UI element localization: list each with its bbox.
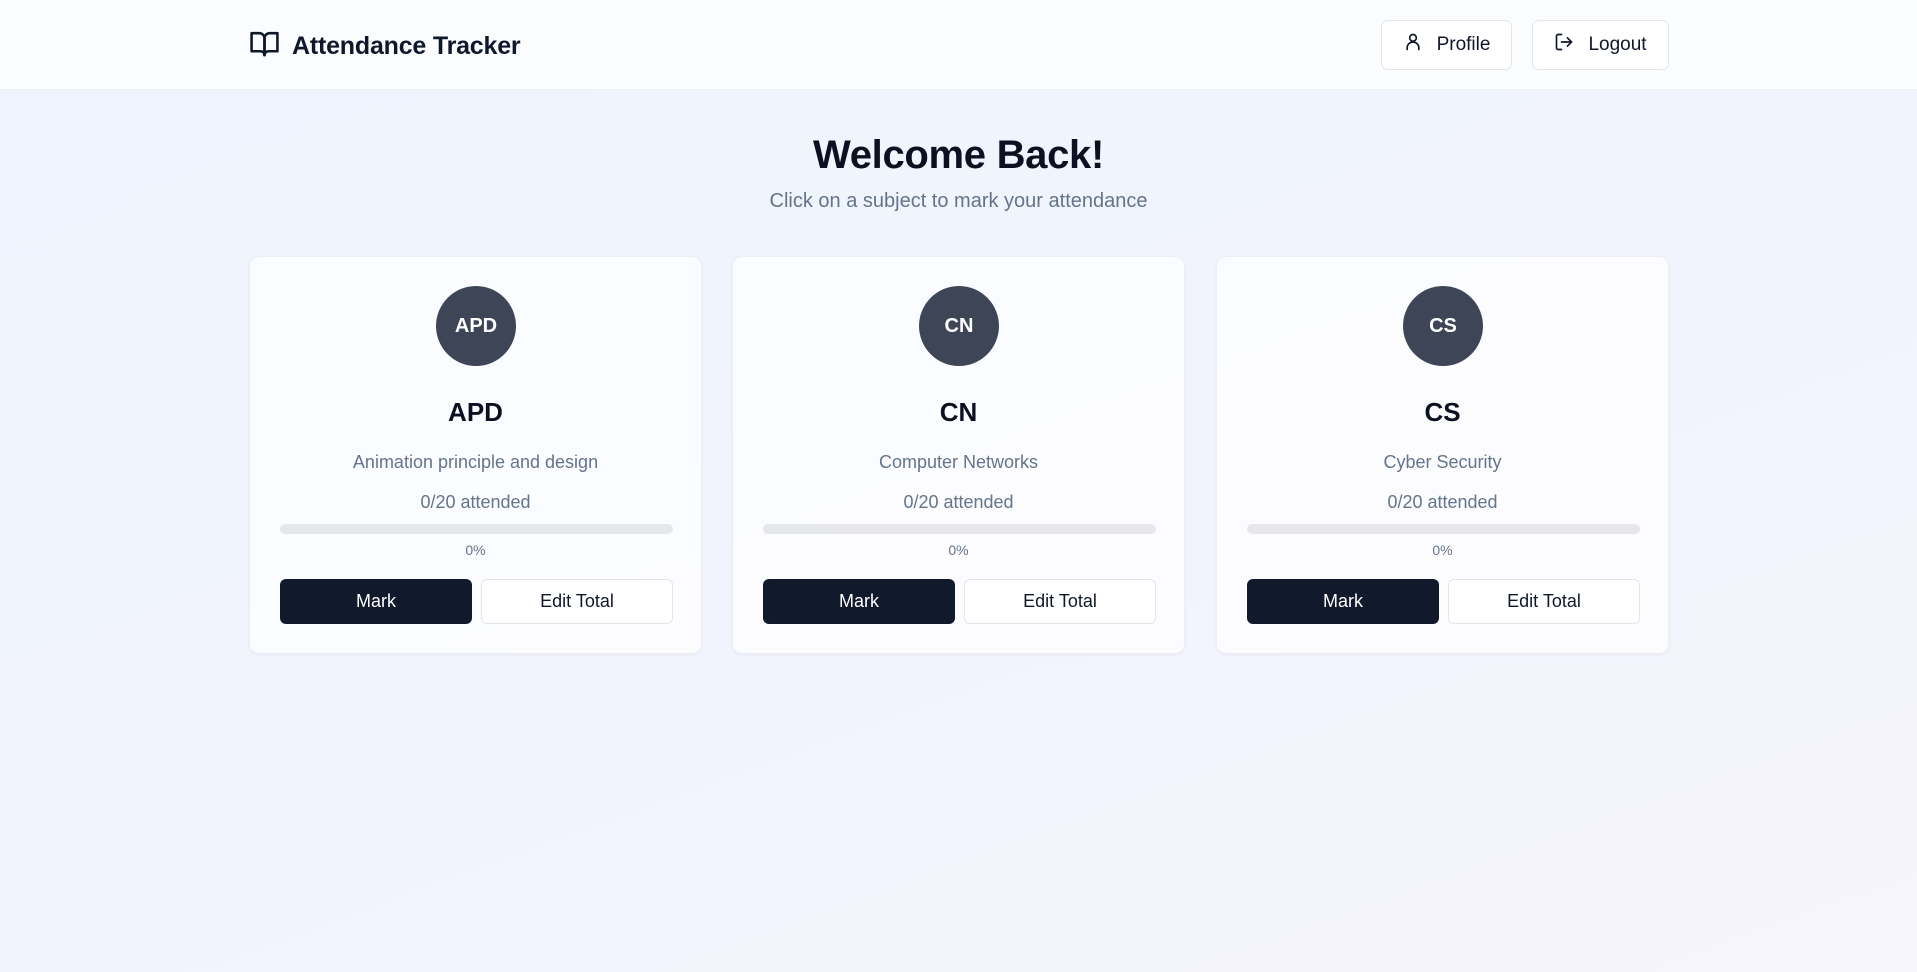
edit-total-button[interactable]: Edit Total xyxy=(964,579,1156,624)
subject-avatar: CN xyxy=(919,286,999,366)
attendance-progress-bar xyxy=(1247,524,1640,534)
subject-code: APD xyxy=(448,397,503,427)
subject-name: Animation principle and design xyxy=(352,452,599,472)
edit-total-button[interactable]: Edit Total xyxy=(1448,579,1640,624)
attendance-count: 0/20 attended xyxy=(903,492,1014,512)
subject-code: CN xyxy=(939,397,978,427)
log-out-icon xyxy=(1554,32,1574,58)
book-open-icon xyxy=(249,28,280,64)
mark-button[interactable]: Mark xyxy=(280,579,472,624)
subject-card-cs[interactable]: CS CS Cyber Security 0/20 attended 0% Ma… xyxy=(1216,256,1669,654)
logout-label: Logout xyxy=(1588,34,1647,55)
welcome-subtitle: Click on a subject to mark your attendan… xyxy=(769,190,1148,212)
welcome-title: Welcome Back! xyxy=(812,133,1105,177)
edit-total-button[interactable]: Edit Total xyxy=(481,579,673,624)
user-icon xyxy=(1403,32,1423,58)
attendance-progress-bar xyxy=(280,524,673,534)
attendance-progress-bar xyxy=(763,524,1156,534)
mark-button[interactable]: Mark xyxy=(1247,579,1439,624)
profile-label: Profile xyxy=(1436,34,1491,55)
attendance-count: 0/20 attended xyxy=(420,492,531,512)
attendance-percent: 0% xyxy=(465,542,486,558)
subject-avatar: APD xyxy=(436,286,516,366)
attendance-percent: 0% xyxy=(948,542,969,558)
attendance-percent: 0% xyxy=(1432,542,1453,558)
welcome-section: Welcome Back! Click on a subject to mark… xyxy=(0,130,1917,214)
subject-card-apd[interactable]: APD APD Animation principle and design 0… xyxy=(249,256,702,654)
app-title: Attendance Tracker xyxy=(292,31,521,60)
attendance-count: 0/20 attended xyxy=(1387,492,1498,512)
logout-button[interactable]: Logout xyxy=(1532,20,1669,70)
subject-avatar: CS xyxy=(1403,286,1483,366)
subject-name: Cyber Security xyxy=(1383,452,1502,472)
top-navbar: Attendance Tracker Profile Logout xyxy=(0,0,1917,90)
subject-card-cn[interactable]: CN CN Computer Networks 0/20 attended 0%… xyxy=(732,256,1185,654)
mark-button[interactable]: Mark xyxy=(763,579,955,624)
profile-button[interactable]: Profile xyxy=(1381,20,1512,70)
subject-name: Computer Networks xyxy=(878,452,1039,472)
brand[interactable]: Attendance Tracker xyxy=(249,28,521,64)
subject-code: CS xyxy=(1424,397,1461,427)
